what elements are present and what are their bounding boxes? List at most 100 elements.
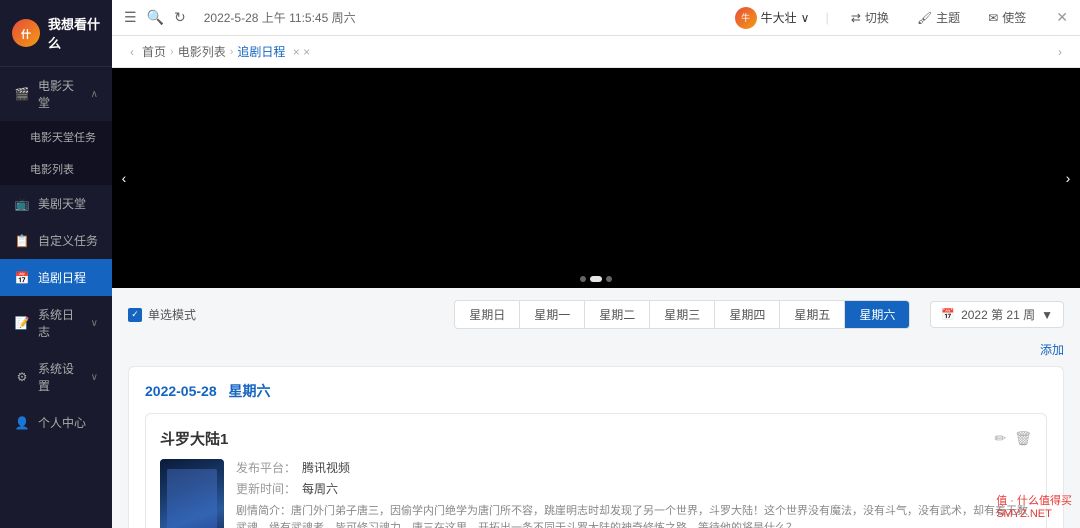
show-poster-art: [160, 459, 224, 528]
single-mode-checkbox[interactable]: ✓ 单选模式: [128, 306, 196, 323]
show-item-0: 斗罗大陆1 ✏ 🗑 发布平台： 腾讯视频: [145, 413, 1047, 528]
sidebar-item-label: 电影天堂: [38, 77, 83, 111]
sidebar-item-movie-list[interactable]: 电影列表: [0, 153, 112, 185]
sidebar-item-label: 个人中心: [38, 414, 98, 431]
breadcrumb-forward[interactable]: ›: [1054, 45, 1066, 59]
system-log-icon: 📝: [14, 315, 30, 331]
sidebar-item-label: 系统设置: [38, 360, 83, 394]
sidebar-item-custom-task[interactable]: 📋 自定义任务: [0, 222, 112, 259]
sidebar-item-beauty-heaven[interactable]: 📺 美剧天堂: [0, 185, 112, 222]
day-tab-mon[interactable]: 星期一: [520, 301, 585, 328]
chevron-down-icon: ∨: [91, 372, 98, 383]
checkbox-icon: ✓: [128, 308, 142, 322]
day-section-0: 2022-05-28 星期六 斗罗大陆1 ✏ 🗑: [128, 366, 1064, 528]
show-description: 剧情简介：唐门外门弟子唐三，因偷学内门绝学为唐门所不容，跳崖明志时却发现了另一个…: [236, 503, 1032, 528]
switch-action[interactable]: ⇄ 切换: [845, 7, 895, 28]
topbar: ☰ 🔍 ↻ 2022-5-28 上午 11:5:45 周六 牛 牛大壮 ∨ | …: [112, 0, 1080, 36]
menu-icon[interactable]: ☰: [124, 9, 137, 26]
logo-text: 什: [21, 26, 31, 41]
app-title: 我想看什么: [48, 14, 100, 52]
calendar-icon: 📅: [941, 308, 955, 321]
breadcrumb: ‹ 首页 › 电影列表 › 追剧日程 × ›: [112, 36, 1080, 68]
breadcrumb-schedule[interactable]: 追剧日程 ×: [237, 43, 310, 60]
chevron-down-icon: ∨: [91, 318, 98, 329]
day-tab-tue[interactable]: 星期二: [585, 301, 650, 328]
feedback-icon: ✉: [988, 11, 998, 25]
sidebar-item-label: 自定义任务: [38, 232, 98, 249]
day-name: 星期六: [229, 383, 271, 399]
sidebar: 什 我想看什么 🎬 电影天堂 ∧ 电影天堂任务 电影列表 📺 美剧天堂 📋 自定…: [0, 0, 112, 528]
show-body: 发布平台： 腾讯视频 更新时间： 每周六 剧情简介：唐门外门弟子唐三，因偷学内门…: [160, 459, 1032, 528]
breadcrumb-home[interactable]: 首页: [142, 43, 166, 60]
user-center-icon: 👤: [14, 415, 30, 431]
breadcrumb-close-icon[interactable]: ×: [293, 45, 300, 59]
platform-label: 发布平台：: [236, 459, 296, 476]
show-update: 更新时间： 每周六: [236, 480, 1032, 497]
day-tab-sun[interactable]: 星期日: [455, 301, 520, 328]
day-tab-thu[interactable]: 星期四: [715, 301, 780, 328]
theme-action[interactable]: 🖌 主题: [911, 7, 966, 28]
banner-carousel: ‹: [112, 68, 1080, 288]
banner-dot-1[interactable]: [590, 276, 602, 282]
sidebar-item-label: 电影天堂任务: [30, 129, 98, 145]
day-tab-sat[interactable]: 星期六: [845, 301, 909, 328]
banner-dot-2[interactable]: [606, 276, 612, 282]
show-actions: ✏ 🗑: [994, 430, 1032, 447]
user-name: 牛大壮: [761, 9, 797, 26]
day-tabs: 星期日 星期一 星期二 星期三 星期四 星期五: [454, 300, 910, 329]
sidebar-item-settings[interactable]: ⚙ 系统设置 ∨: [0, 350, 112, 404]
sidebar-item-movie-heaven[interactable]: 🎬 电影天堂 ∧: [0, 67, 112, 121]
sidebar-item-label: 电影列表: [30, 161, 98, 177]
platform-value: 腾讯视频: [302, 459, 350, 476]
breadcrumb-back[interactable]: ‹: [126, 45, 138, 59]
settings-icon: ⚙: [14, 369, 30, 385]
user-dropdown-icon: ∨: [801, 11, 810, 25]
delete-show-button[interactable]: 🗑: [1014, 430, 1032, 447]
day-tab-wed[interactable]: 星期三: [650, 301, 715, 328]
edit-show-button[interactable]: ✏: [994, 430, 1006, 447]
feedback-label: 使签: [1002, 9, 1026, 26]
add-button-row: 添加: [128, 341, 1064, 358]
sidebar-logo: 什 我想看什么: [0, 0, 112, 67]
theme-label: 主题: [936, 9, 960, 26]
movie-heaven-icon: 🎬: [14, 86, 30, 102]
show-platform: 发布平台： 腾讯视频: [236, 459, 1032, 476]
main-area: ☰ 🔍 ↻ 2022-5-28 上午 11:5:45 周六 牛 牛大壮 ∨ | …: [112, 0, 1080, 528]
topbar-right: 牛 牛大壮 ∨ | ⇄ 切换 🖌 主题 ✉ 使签 ✕: [735, 7, 1068, 29]
user-menu[interactable]: 牛 牛大壮 ∨: [735, 7, 810, 29]
feedback-action[interactable]: ✉ 使签: [982, 7, 1032, 28]
sidebar-item-movie-task[interactable]: 电影天堂任务: [0, 121, 112, 153]
close-button[interactable]: ✕: [1056, 9, 1068, 26]
topbar-left: ☰ 🔍 ↻ 2022-5-28 上午 11:5:45 周六: [124, 9, 723, 26]
banner-dot-0[interactable]: [580, 276, 586, 282]
sidebar-item-schedule[interactable]: 📅 追剧日程: [0, 259, 112, 296]
show-poster: [160, 459, 224, 528]
week-label: 2022 第 21 周: [961, 306, 1035, 323]
show-title-row: 斗罗大陆1 ✏ 🗑: [160, 428, 1032, 449]
breadcrumb-sep: ›: [230, 46, 234, 58]
schedule-icon: 📅: [14, 270, 30, 286]
day-tab-fri[interactable]: 星期五: [780, 301, 845, 328]
app-logo-icon: 什: [12, 19, 40, 47]
week-dropdown-icon: ▼: [1041, 308, 1053, 322]
single-mode-label: 单选模式: [148, 306, 196, 323]
separator: |: [825, 10, 828, 25]
update-label: 更新时间：: [236, 480, 296, 497]
add-show-button[interactable]: 添加: [1040, 341, 1064, 358]
breadcrumb-movie-list[interactable]: 电影列表: [178, 43, 226, 60]
banner-dots: [580, 276, 612, 282]
day-section-header: 2022-05-28 星期六: [145, 381, 1047, 401]
schedule-toolbar: ✓ 单选模式 星期日 星期一 星期二 星期三: [128, 300, 1064, 329]
refresh-icon[interactable]: ↻: [174, 9, 186, 26]
content-area: ‹: [112, 68, 1080, 528]
banner-prev-button[interactable]: ‹: [112, 158, 136, 198]
search-icon[interactable]: 🔍: [147, 9, 164, 26]
chevron-down-icon: ∧: [91, 89, 98, 100]
user-avatar: 牛: [735, 7, 757, 29]
sidebar-item-user-center[interactable]: 👤 个人中心: [0, 404, 112, 441]
sidebar-item-system-log[interactable]: 📝 系统日志 ∨: [0, 296, 112, 350]
sidebar-item-label: 系统日志: [38, 306, 83, 340]
sidebar-item-label: 美剧天堂: [38, 195, 98, 212]
banner-next-button[interactable]: ›: [1056, 158, 1080, 198]
week-selector[interactable]: 📅 2022 第 21 周 ▼: [930, 301, 1064, 328]
